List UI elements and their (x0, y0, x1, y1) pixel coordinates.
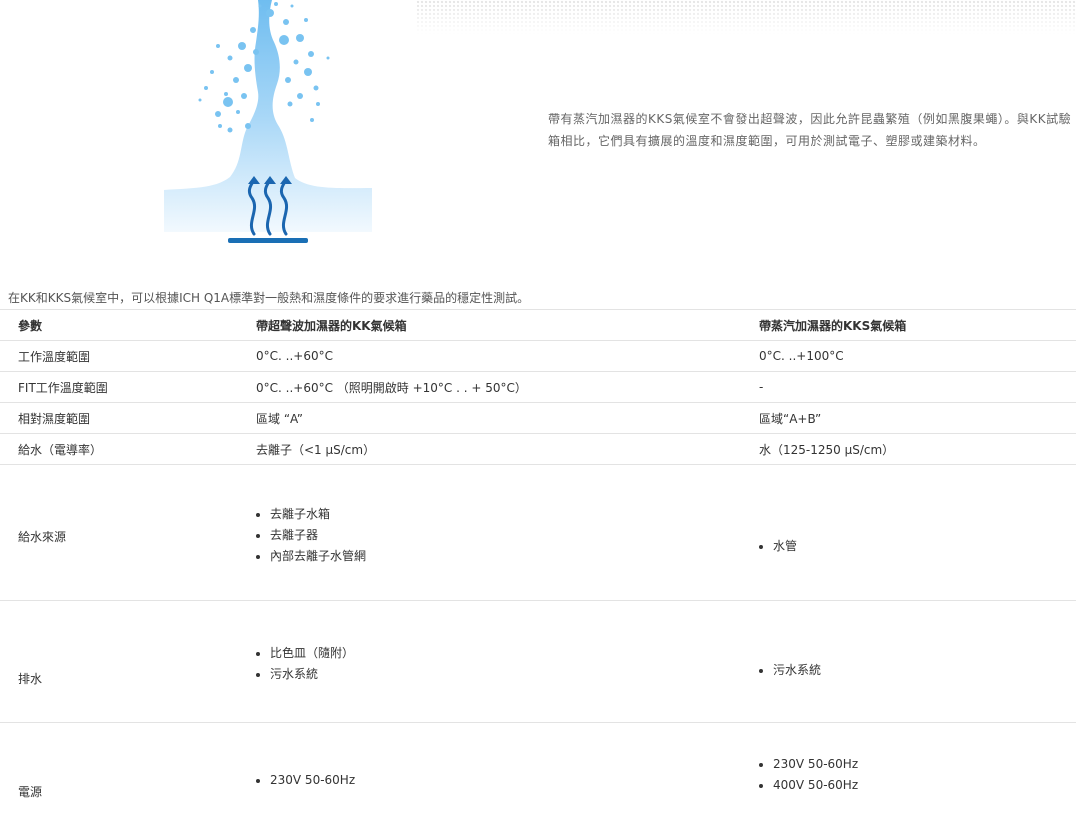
specification-table: 參數 帶超聲波加濕器的KK氣候箱 帶蒸汽加濕器的KKS氣候箱 工作溫度範圍 0°… (0, 309, 1076, 821)
row-kks: - (741, 372, 1076, 403)
kk-power-list: 230V 50-60Hz (256, 770, 741, 791)
kk-drain-list: 比色皿（隨附） 污水系統 (256, 643, 741, 685)
row-param: 工作溫度範圍 (0, 341, 238, 372)
table-row: 工作溫度範圍 0°C. ..+60°C 0°C. ..+100°C (0, 341, 1076, 372)
header-parameter: 參數 (0, 310, 238, 341)
row-kks: 水（125-1250 µS/cm） (741, 434, 1076, 465)
dotted-background-pattern (416, 0, 1076, 34)
table-row-water-source: 給水來源 去離子水箱 去離子器 內部去離子水管網 水管 (0, 465, 1076, 601)
row-param: 給水（電導率） (0, 434, 238, 465)
table-row: 相對濕度範圍 區域 “A” 區域“A+B” (0, 403, 1076, 434)
list-item: 230V 50-60Hz (773, 754, 1076, 775)
list-item: 污水系統 (773, 660, 1076, 681)
row-param: 電源 (0, 723, 238, 821)
list-item: 比色皿（隨附） (270, 643, 741, 664)
table-header-row: 參數 帶超聲波加濕器的KK氣候箱 帶蒸汽加濕器的KKS氣候箱 (0, 310, 1076, 341)
row-kk: 0°C. ..+60°C （照明開啟時 +10°C . . + 50°C） (238, 372, 741, 403)
table-row-drain: 排水 比色皿（隨附） 污水系統 污水系統 (0, 601, 1076, 723)
row-kk: 0°C. ..+60°C (238, 341, 741, 372)
row-kks: 230V 50-60Hz 400V 50-60Hz (741, 723, 1076, 821)
row-kks: 區域“A+B” (741, 403, 1076, 434)
list-item: 污水系統 (270, 664, 741, 685)
header-kks: 帶蒸汽加濕器的KKS氣候箱 (741, 310, 1076, 341)
table-row: FIT工作溫度範圍 0°C. ..+60°C （照明開啟時 +10°C . . … (0, 372, 1076, 403)
row-param: 給水來源 (0, 465, 238, 601)
row-kk: 去離子水箱 去離子器 內部去離子水管網 (238, 465, 741, 601)
row-param: FIT工作溫度範圍 (0, 372, 238, 403)
row-kks: 水管 (741, 465, 1076, 601)
row-kks: 0°C. ..+100°C (741, 341, 1076, 372)
row-kk: 去離子（<1 µS/cm） (238, 434, 741, 465)
kk-water-source-list: 去離子水箱 去離子器 內部去離子水管網 (256, 504, 741, 567)
row-kk: 比色皿（隨附） 污水系統 (238, 601, 741, 723)
row-kk: 區域 “A” (238, 403, 741, 434)
list-item: 400V 50-60Hz (773, 775, 1076, 796)
row-kks: 污水系統 (741, 601, 1076, 723)
list-item: 230V 50-60Hz (270, 770, 741, 791)
list-item: 去離子器 (270, 525, 741, 546)
kks-power-list: 230V 50-60Hz 400V 50-60Hz (759, 754, 1076, 796)
table-row-power: 電源 230V 50-60Hz 230V 50-60Hz 400V 50-60H… (0, 723, 1076, 821)
intro-paragraph: 帶有蒸汽加濕器的KKS氣候室不會發出超聲波，因此允許昆蟲繁殖（例如黑腹果蠅）。與… (548, 108, 1076, 152)
kks-drain-list: 污水系統 (759, 660, 1076, 681)
list-item: 水管 (773, 536, 1076, 557)
steam-humidifier-illustration (160, 0, 376, 250)
kks-water-source-list: 水管 (759, 536, 1076, 557)
header-kk: 帶超聲波加濕器的KK氣候箱 (238, 310, 741, 341)
table-row: 給水（電導率） 去離子（<1 µS/cm） 水（125-1250 µS/cm） (0, 434, 1076, 465)
row-param: 相對濕度範圍 (0, 403, 238, 434)
list-item: 內部去離子水管網 (270, 546, 741, 567)
table-caption: 在KK和KKS氣候室中，可以根據ICH Q1A標準對一般熱和濕度條件的要求進行藥… (8, 289, 529, 306)
row-kk: 230V 50-60Hz (238, 723, 741, 821)
list-item: 去離子水箱 (270, 504, 741, 525)
row-param: 排水 (0, 601, 238, 723)
